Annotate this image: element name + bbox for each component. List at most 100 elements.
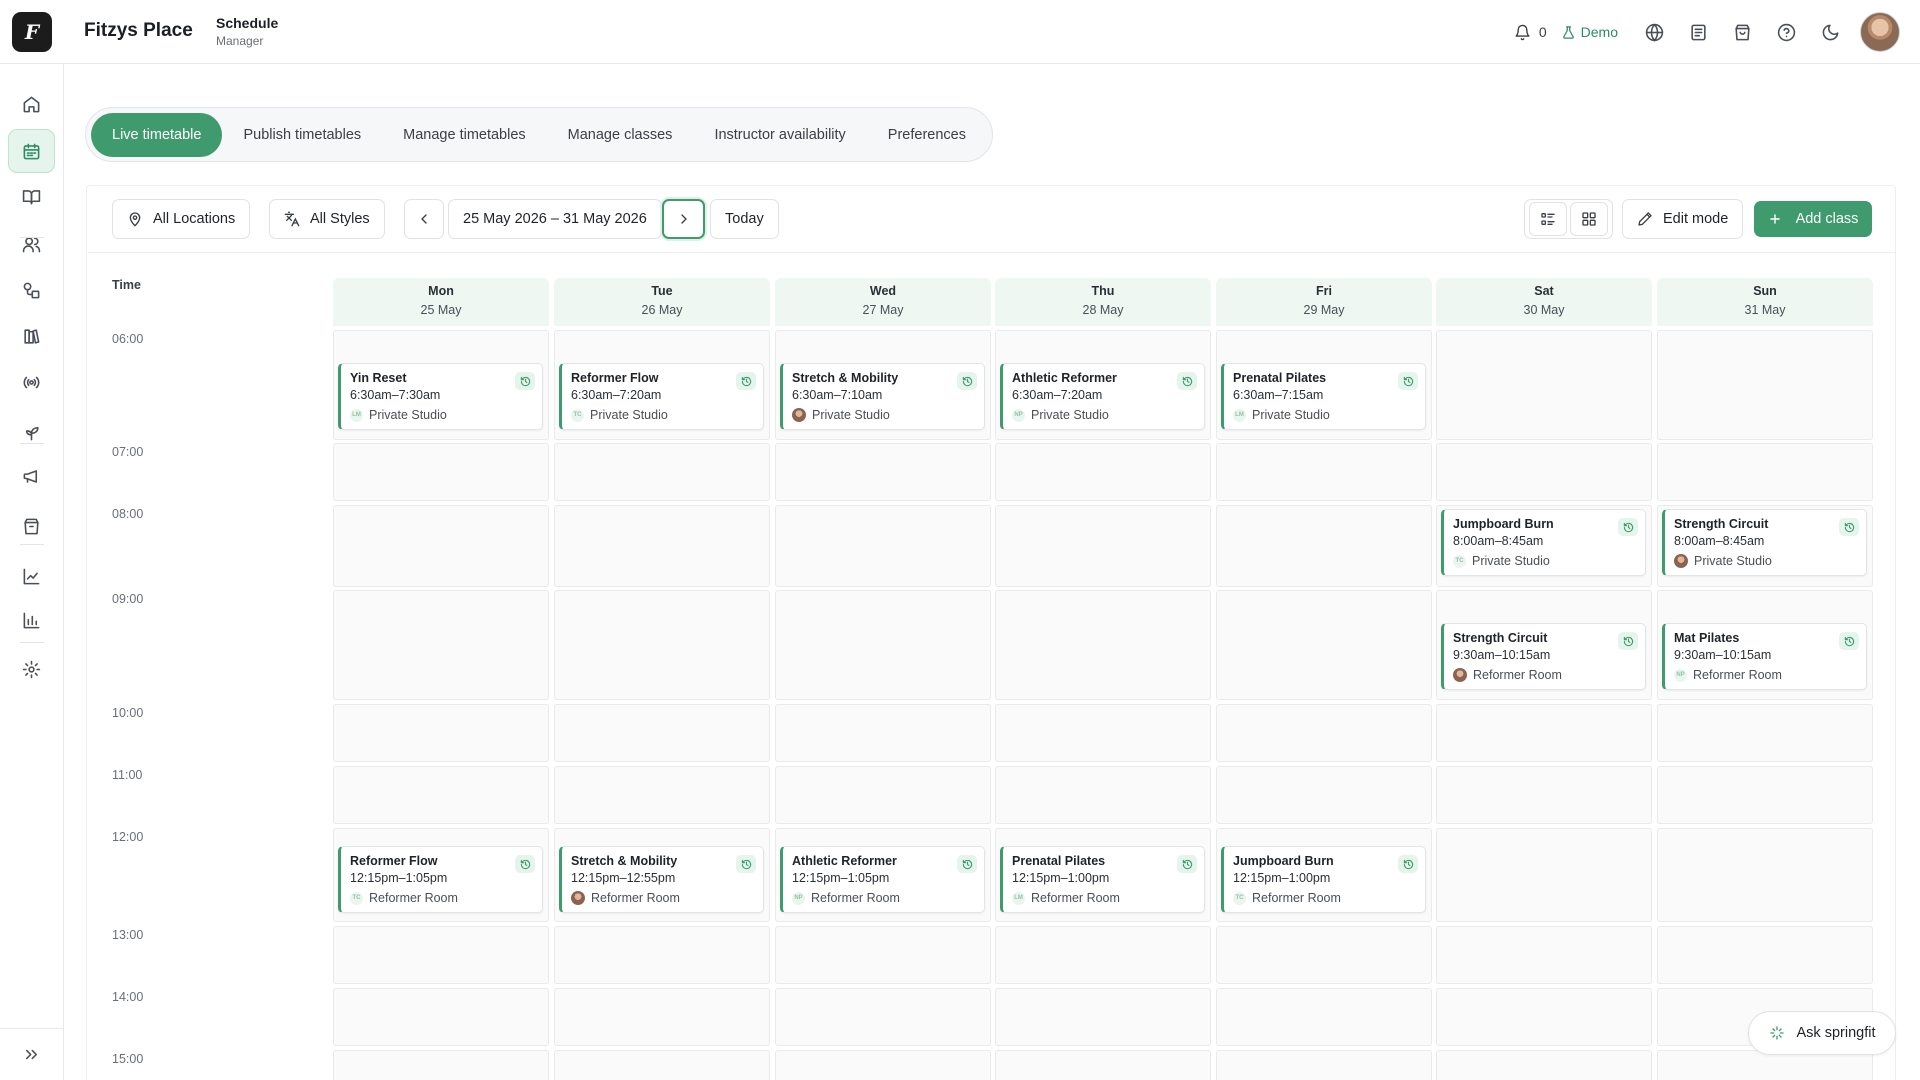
tab-manage-classes[interactable]: Manage classes <box>547 113 694 157</box>
timetable-slot[interactable] <box>775 766 991 824</box>
timetable-slot[interactable] <box>554 505 770 587</box>
timetable-slot[interactable] <box>775 926 991 984</box>
tab-manage-timetables[interactable]: Manage timetables <box>382 113 547 157</box>
timetable-slot[interactable] <box>554 766 770 824</box>
timetable-slot[interactable] <box>1657 828 1873 922</box>
locations-filter[interactable]: All Locations <box>112 199 251 239</box>
styles-filter[interactable]: All Styles <box>269 199 385 239</box>
sidebar-item-bar-chart[interactable] <box>8 598 55 642</box>
class-event-card[interactable]: Mat Pilates 9:30am–10:15am NP Reformer Room <box>1662 623 1867 690</box>
sidebar-item-plant[interactable] <box>8 410 55 454</box>
today-button[interactable]: Today <box>710 199 779 239</box>
timetable-slot[interactable] <box>333 926 549 984</box>
notifications-button[interactable]: 0 <box>1514 24 1547 41</box>
class-event-card[interactable]: Jumpboard Burn 8:00am–8:45am TC Private Stu… <box>1441 509 1646 576</box>
timetable-slot[interactable] <box>995 1050 1211 1080</box>
timetable-slot[interactable] <box>1216 590 1432 700</box>
timetable-slot[interactable] <box>1216 443 1432 501</box>
timetable-slot[interactable] <box>995 590 1211 700</box>
sidebar-item-book-open[interactable] <box>8 174 55 218</box>
previous-week-button[interactable] <box>404 199 444 239</box>
timetable-slot[interactable] <box>775 988 991 1046</box>
tab-live-timetable[interactable]: Live timetable <box>91 112 223 157</box>
demo-button[interactable]: Demo <box>1561 24 1618 40</box>
timetable-slot[interactable] <box>995 988 1211 1046</box>
timetable-slot[interactable] <box>1436 926 1652 984</box>
timetable-slot[interactable] <box>775 590 991 700</box>
class-event-card[interactable]: Prenatal Pilates 6:30am–7:15am LM Private S… <box>1221 363 1426 430</box>
sidebar-item-broadcast[interactable] <box>8 360 55 404</box>
sidebar-item-package[interactable] <box>8 504 55 548</box>
sidebar-item-users[interactable] <box>8 222 55 266</box>
timetable-slot[interactable] <box>1436 766 1652 824</box>
timetable-slot[interactable] <box>995 505 1211 587</box>
timetable-slot[interactable] <box>1657 704 1873 762</box>
class-event-card[interactable]: Strength Circuit 9:30am–10:15am Reformer R… <box>1441 623 1646 690</box>
timetable-slot[interactable] <box>1657 926 1873 984</box>
timetable-slot[interactable] <box>1436 330 1652 440</box>
timetable-slot[interactable] <box>1436 443 1652 501</box>
sidebar-item-shapes[interactable] <box>8 268 55 312</box>
language-button[interactable] <box>1632 12 1676 52</box>
tab-preferences[interactable]: Preferences <box>867 113 987 157</box>
shop-button[interactable] <box>1720 12 1764 52</box>
timetable-slot[interactable] <box>995 704 1211 762</box>
tab-publish-timetables[interactable]: Publish timetables <box>222 113 382 157</box>
ask-assistant-button[interactable]: Ask springfit <box>1748 1011 1896 1055</box>
help-button[interactable] <box>1764 12 1808 52</box>
timetable-slot[interactable] <box>1216 1050 1432 1080</box>
theme-toggle[interactable] <box>1808 12 1852 52</box>
timetable-slot[interactable] <box>1436 988 1652 1046</box>
timetable-slot[interactable] <box>554 988 770 1046</box>
timetable-slot[interactable] <box>333 1050 549 1080</box>
edit-mode-button[interactable]: Edit mode <box>1622 199 1744 239</box>
timetable-slot[interactable] <box>995 443 1211 501</box>
class-event-card[interactable]: Reformer Flow 12:15pm–1:05pm TC Reformer Ro… <box>338 846 543 913</box>
timetable-slot[interactable] <box>333 505 549 587</box>
timetable-slot[interactable] <box>554 926 770 984</box>
timetable-slot[interactable] <box>1216 505 1432 587</box>
timetable-slot[interactable] <box>775 505 991 587</box>
list-view-button[interactable] <box>1528 202 1567 236</box>
timetable-slot[interactable] <box>775 1050 991 1080</box>
timetable-slot[interactable] <box>1216 926 1432 984</box>
timetable-slot[interactable] <box>995 926 1211 984</box>
timetable-slot[interactable] <box>554 590 770 700</box>
timetable-slot[interactable] <box>775 704 991 762</box>
sidebar-item-schedule[interactable] <box>8 129 55 173</box>
class-event-card[interactable]: Stretch & Mobility 6:30am–7:10am Private S… <box>780 363 985 430</box>
timetable-slot[interactable] <box>333 443 549 501</box>
timetable-slot[interactable] <box>333 590 549 700</box>
timetable-slot[interactable] <box>333 766 549 824</box>
class-event-card[interactable]: Stretch & Mobility 12:15pm–12:55pm Reforme… <box>559 846 764 913</box>
user-avatar[interactable] <box>1860 12 1900 52</box>
timetable-slot[interactable] <box>1216 988 1432 1046</box>
timetable-slot[interactable] <box>1436 828 1652 922</box>
timetable-slot[interactable] <box>995 766 1211 824</box>
timetable-slot[interactable] <box>1657 766 1873 824</box>
add-class-button[interactable]: Add class <box>1754 201 1872 237</box>
timetable-slot[interactable] <box>775 443 991 501</box>
sidebar-expand-button[interactable] <box>8 1032 55 1076</box>
class-event-card[interactable]: Athletic Reformer 6:30am–7:20am NP Private … <box>1000 363 1205 430</box>
sidebar-item-chart-line[interactable] <box>8 554 55 598</box>
tab-instructor-availability[interactable]: Instructor availability <box>693 113 866 157</box>
timetable-slot[interactable] <box>554 704 770 762</box>
class-event-card[interactable]: Yin Reset 6:30am–7:30am LM Private Studio <box>338 363 543 430</box>
timetable-slot[interactable] <box>1216 704 1432 762</box>
timetable-slot[interactable] <box>1436 1050 1652 1080</box>
class-event-card[interactable]: Athletic Reformer 12:15pm–1:05pm NP Reforme… <box>780 846 985 913</box>
timetable-slot[interactable] <box>1657 330 1873 440</box>
timetable-slot[interactable] <box>333 704 549 762</box>
timetable-slot[interactable] <box>1657 443 1873 501</box>
class-event-card[interactable]: Strength Circuit 8:00am–8:45am Private Stu… <box>1662 509 1867 576</box>
sidebar-item-library[interactable] <box>8 314 55 358</box>
notes-button[interactable] <box>1676 12 1720 52</box>
timetable-slot[interactable] <box>333 988 549 1046</box>
timetable-slot[interactable] <box>554 1050 770 1080</box>
class-event-card[interactable]: Reformer Flow 6:30am–7:20am TC Private Stud… <box>559 363 764 430</box>
class-event-card[interactable]: Jumpboard Burn 12:15pm–1:00pm TC Reformer R… <box>1221 846 1426 913</box>
date-range-picker[interactable]: 25 May 2026 – 31 May 2026 <box>448 199 662 239</box>
grid-view-button[interactable] <box>1570 202 1609 236</box>
timetable-slot[interactable] <box>554 443 770 501</box>
